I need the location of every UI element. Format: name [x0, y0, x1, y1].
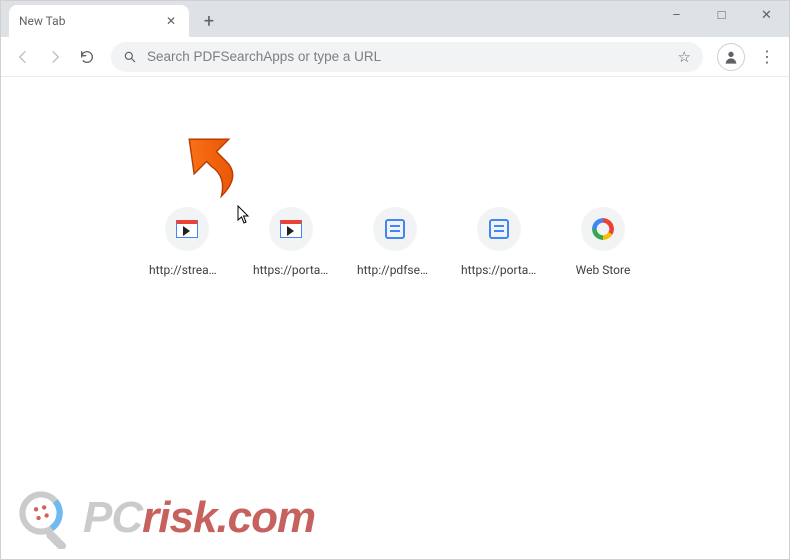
- tile-icon: [373, 207, 417, 251]
- minimize-button[interactable]: –: [654, 1, 699, 29]
- arrow-right-icon: [47, 49, 63, 65]
- watermark-logo: PCrisk.com: [15, 487, 315, 549]
- watermark-suffix: risk.com: [142, 493, 315, 542]
- play-icon: [176, 220, 198, 238]
- tile-icon: [581, 207, 625, 251]
- address-bar[interactable]: ☆: [111, 42, 703, 72]
- close-window-button[interactable]: ✕: [744, 1, 789, 29]
- shortcut-tile[interactable]: http://streams...: [149, 207, 225, 277]
- tile-label: https://portal....: [461, 263, 537, 277]
- shortcut-tile[interactable]: http://pdfsear...: [357, 207, 433, 277]
- tile-label: http://streams...: [149, 263, 225, 277]
- watermark-text: PCrisk.com: [83, 493, 315, 543]
- magnifier-icon: [15, 487, 77, 549]
- person-icon: [723, 49, 739, 65]
- forward-button[interactable]: [41, 43, 69, 71]
- shortcut-tile[interactable]: https://portal....: [461, 207, 537, 277]
- tab-active[interactable]: New Tab ✕: [9, 5, 189, 37]
- tile-label: Web Store: [565, 263, 641, 277]
- play-icon: [280, 220, 302, 238]
- tile-label: https://portal....: [253, 263, 329, 277]
- new-tab-page: http://streams... https://portal.... htt…: [1, 77, 789, 559]
- document-icon: [489, 219, 509, 239]
- shortcut-tile[interactable]: Web Store: [565, 207, 641, 277]
- omnibox-input[interactable]: [147, 49, 668, 64]
- tab-strip: New Tab ✕ + – □ ✕: [1, 1, 789, 37]
- search-icon: [123, 50, 137, 64]
- maximize-button[interactable]: □: [699, 1, 744, 29]
- tab-close-button[interactable]: ✕: [163, 13, 179, 29]
- document-icon: [385, 219, 405, 239]
- shortcut-tiles: http://streams... https://portal.... htt…: [149, 207, 641, 277]
- tile-label: http://pdfsear...: [357, 263, 433, 277]
- tile-icon: [269, 207, 313, 251]
- watermark-prefix: PC: [83, 493, 142, 542]
- toolbar: ☆ ⋮: [1, 37, 789, 77]
- window-controls: – □ ✕: [654, 1, 789, 29]
- new-tab-button[interactable]: +: [195, 7, 223, 35]
- back-button[interactable]: [9, 43, 37, 71]
- tile-icon: [477, 207, 521, 251]
- bookmark-star-button[interactable]: ☆: [678, 48, 691, 66]
- tile-icon: [165, 207, 209, 251]
- browser-window: New Tab ✕ + – □ ✕ ☆ ⋮: [0, 0, 790, 560]
- arrow-left-icon: [15, 49, 31, 65]
- webstore-icon: [592, 218, 614, 240]
- menu-button[interactable]: ⋮: [753, 43, 781, 71]
- reload-button[interactable]: [73, 43, 101, 71]
- annotation-arrow-icon: [174, 129, 244, 199]
- shortcut-tile[interactable]: https://portal....: [253, 207, 329, 277]
- tab-title: New Tab: [19, 14, 65, 28]
- profile-button[interactable]: [717, 43, 745, 71]
- reload-icon: [79, 49, 95, 65]
